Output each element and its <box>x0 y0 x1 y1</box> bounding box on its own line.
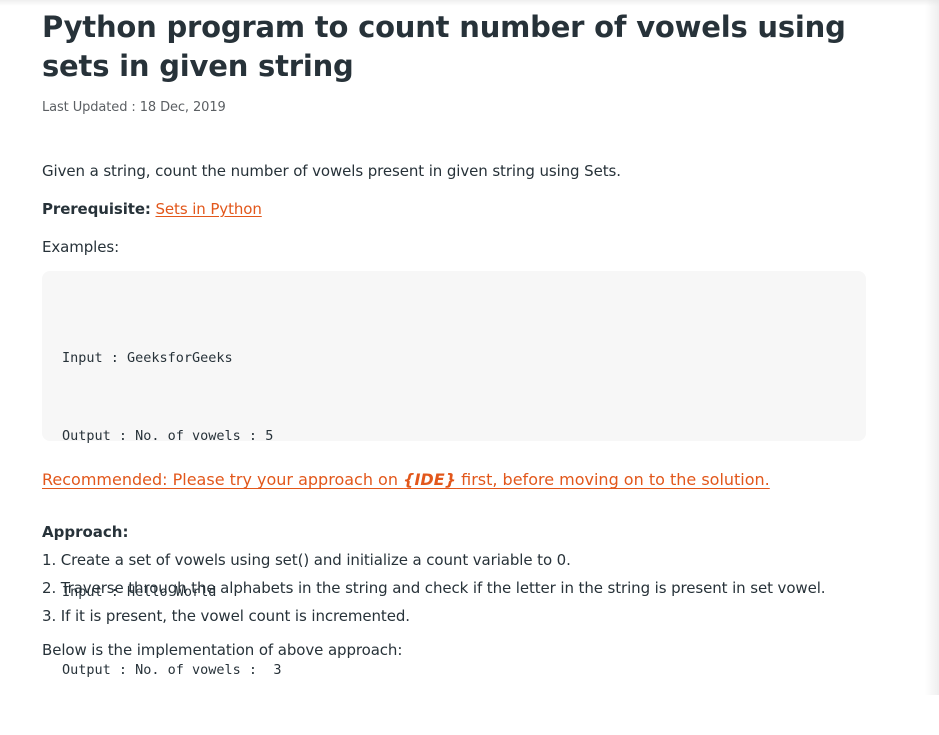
article-content: Python program to count number of vowels… <box>42 8 872 678</box>
examples-label: Examples: <box>42 238 120 256</box>
approach-step: 1. Create a set of vowels using set() an… <box>42 551 571 569</box>
approach-steps: 1. Create a set of vowels using set() an… <box>42 546 872 630</box>
intro-paragraph: Given a string, count the number of vowe… <box>42 162 621 180</box>
examples-code-block: Input : GeeksforGeeks Output : No. of vo… <box>42 271 866 678</box>
implementation-intro: Below is the implementation of above app… <box>42 641 403 659</box>
prerequisite-label: Prerequisite: <box>42 200 151 218</box>
right-edge-shadow <box>925 0 939 695</box>
approach-heading: Approach: <box>42 523 129 541</box>
recommended-text-before[interactable]: Recommended: Please try your approach on <box>42 470 403 489</box>
recommended-ide-link[interactable]: Recommended: Please try your approach on… <box>42 469 872 491</box>
sets-in-python-link[interactable]: Sets in Python <box>155 200 261 218</box>
top-edge-shadow <box>0 0 939 6</box>
recommended-text-after[interactable]: first, before moving on to the solution. <box>456 470 770 489</box>
code-line: Input : GeeksforGeeks <box>62 350 233 366</box>
ide-link[interactable]: {IDE} <box>403 470 456 489</box>
last-updated: Last Updated : 18 Dec, 2019 <box>42 100 226 115</box>
code-line: Output : No. of vowels : 5 <box>62 428 274 444</box>
approach-step: 2. Traverse through the alphabets in the… <box>42 579 826 597</box>
prerequisite-paragraph: Prerequisite: Sets in Python <box>42 199 872 219</box>
article-title: Python program to count number of vowels… <box>42 10 846 83</box>
code-line: Output : No. of vowels : 3 <box>62 662 282 678</box>
approach-step: 3. If it is present, the vowel count is … <box>42 607 410 625</box>
